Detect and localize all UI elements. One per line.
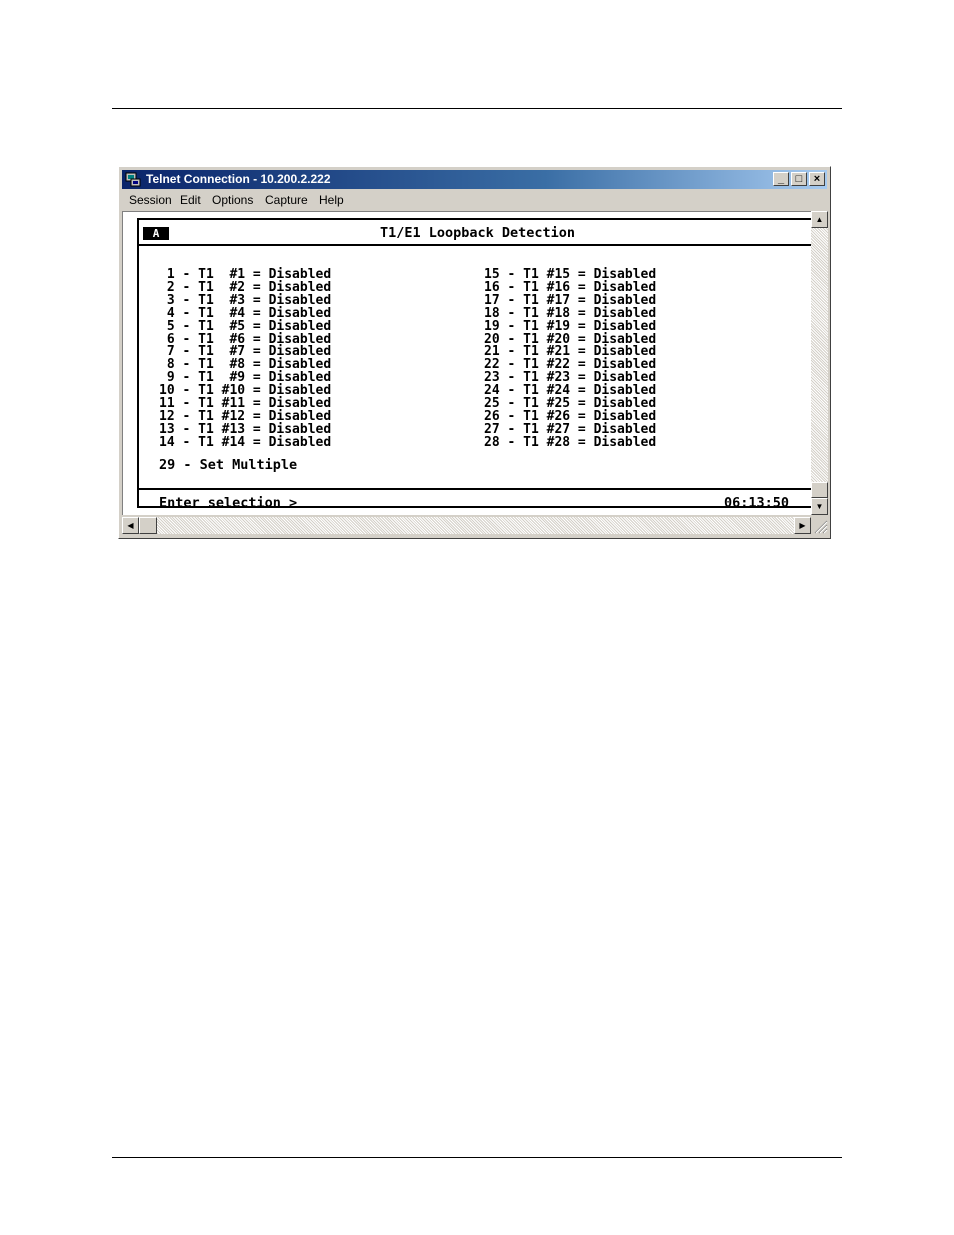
set-multiple-option[interactable]: 29 - Set Multiple <box>159 458 297 472</box>
window-title: Telnet Connection - 10.200.2.222 <box>146 172 331 186</box>
menu-capture[interactable]: Capture <box>265 191 308 209</box>
vertical-scrollbar[interactable]: ▲ ▼ <box>811 211 828 515</box>
loopback-entry[interactable]: 5 - T1 #5 = Disabled <box>159 320 331 333</box>
header-divider <box>139 244 816 246</box>
loopback-entry[interactable]: 3 - T1 #3 = Disabled <box>159 294 331 307</box>
page-header-rule <box>112 108 842 109</box>
loopback-entry[interactable]: 26 - T1 #26 = Disabled <box>484 410 656 423</box>
scroll-right-button[interactable]: ▶ <box>794 517 811 534</box>
footer-divider <box>139 488 816 490</box>
loopback-entry[interactable]: 18 - T1 #18 = Disabled <box>484 307 656 320</box>
loopback-entry[interactable]: 2 - T1 #2 = Disabled <box>159 281 331 294</box>
horizontal-scrollbar[interactable]: ◀ ▶ <box>122 517 811 534</box>
page-footer-rule <box>112 1157 842 1158</box>
telnet-app-icon <box>125 172 141 187</box>
loopback-entry[interactable]: 19 - T1 #19 = Disabled <box>484 320 656 333</box>
session-clock: 06:13:50 <box>724 495 790 511</box>
loopback-entry[interactable]: 14 - T1 #14 = Disabled <box>159 436 331 449</box>
minimize-button[interactable]: _ <box>773 172 789 186</box>
menu-edit[interactable]: Edit <box>180 191 201 209</box>
loopback-entry[interactable]: 17 - T1 #17 = Disabled <box>484 294 656 307</box>
loopback-entry[interactable]: 4 - T1 #4 = Disabled <box>159 307 331 320</box>
close-button[interactable]: × <box>809 172 825 186</box>
loopback-entry[interactable]: 12 - T1 #12 = Disabled <box>159 410 331 423</box>
terminal-frame: A T1/E1 Loopback Detection 1 - T1 #1 = D… <box>137 218 816 511</box>
horizontal-scroll-thumb[interactable] <box>139 517 157 534</box>
screen-title: T1/E1 Loopback Detection <box>379 225 576 241</box>
scroll-down-button[interactable]: ▼ <box>811 498 828 515</box>
resize-grip-icon[interactable] <box>811 517 828 534</box>
menu-session[interactable]: Session <box>129 191 172 209</box>
terminal-screen[interactable]: A T1/E1 Loopback Detection 1 - T1 #1 = D… <box>122 211 816 515</box>
loopback-entry[interactable]: 13 - T1 #13 = Disabled <box>159 423 331 436</box>
telnet-window: Telnet Connection - 10.200.2.222 _ □ × S… <box>118 166 831 539</box>
menu-help[interactable]: Help <box>319 191 344 209</box>
selection-prompt[interactable]: Enter selection > <box>159 495 297 511</box>
loopback-entry[interactable]: 27 - T1 #27 = Disabled <box>484 423 656 436</box>
loopback-entry[interactable]: 28 - T1 #28 = Disabled <box>484 436 656 449</box>
scroll-up-button[interactable]: ▲ <box>811 211 828 228</box>
menu-options[interactable]: Options <box>212 191 253 209</box>
vertical-scroll-thumb[interactable] <box>811 482 828 498</box>
title-bar[interactable]: Telnet Connection - 10.200.2.222 _ □ × <box>122 170 827 189</box>
menu-bar: Session Edit Options Capture Help <box>122 191 827 209</box>
maximize-button[interactable]: □ <box>791 172 807 186</box>
loopback-entry[interactable]: 16 - T1 #16 = Disabled <box>484 281 656 294</box>
scroll-left-button[interactable]: ◀ <box>122 517 139 534</box>
